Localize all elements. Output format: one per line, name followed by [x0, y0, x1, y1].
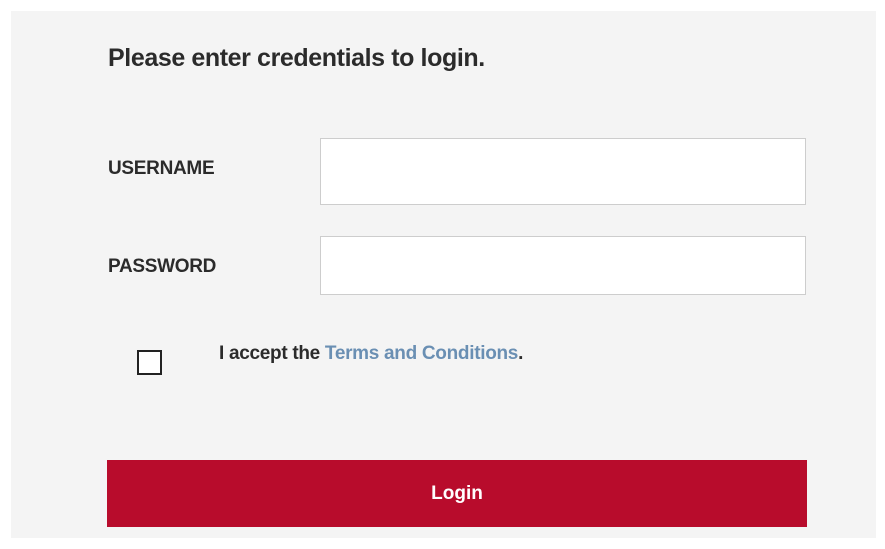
username-label: USERNAME: [108, 158, 215, 179]
password-field[interactable]: [320, 236, 806, 295]
password-label: PASSWORD: [108, 256, 217, 277]
terms-checkbox[interactable]: [137, 350, 162, 375]
terms-prefix: I accept the: [219, 343, 325, 364]
page-title: Please enter credentials to login.: [108, 44, 485, 72]
terms-suffix: .: [518, 343, 524, 364]
terms-text: I accept the Terms and Conditions.: [219, 343, 523, 365]
username-field[interactable]: [320, 138, 806, 205]
login-button[interactable]: Login: [107, 460, 807, 527]
terms-link[interactable]: Terms and Conditions: [325, 343, 518, 364]
